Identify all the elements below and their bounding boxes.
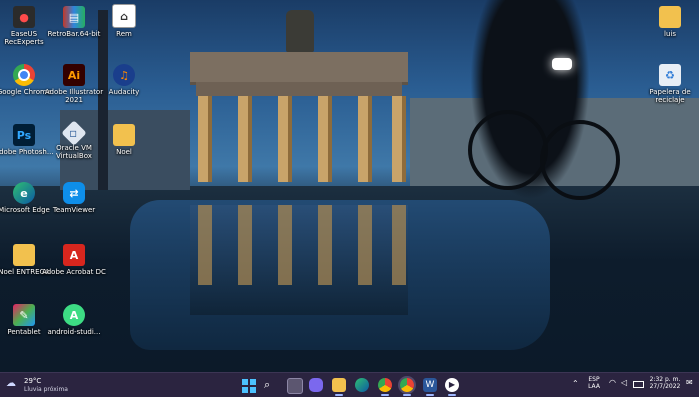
wallpaper-gate-reflection — [190, 205, 408, 315]
wallpaper-gate-attic — [190, 52, 408, 85]
wifi-icon[interactable]: ◠ — [609, 378, 616, 387]
wallpaper-quadriga — [286, 10, 314, 52]
chrome-icon[interactable] — [378, 378, 392, 396]
folder-icon — [659, 6, 681, 28]
folder-icon — [113, 124, 135, 146]
chrome-icon — [13, 64, 35, 86]
wallpaper-reflection-column — [278, 205, 292, 285]
notification-icon[interactable]: ✉ — [686, 378, 693, 387]
weather-widget[interactable]: ☁ 29°C Lluvia próxima — [6, 376, 86, 394]
file-explorer-icon[interactable] — [332, 378, 346, 396]
wallpaper-gate-column — [358, 96, 372, 182]
search-button[interactable]: ⌕ — [264, 378, 278, 392]
desktop-icon-rem[interactable]: ⌂ Rem — [92, 4, 156, 38]
desktop-icon-recycle-bin[interactable]: ♻ Papelera de reciclaje — [638, 64, 699, 104]
taskbar: ☁ 29°C Lluvia próxima ⌕ W ▶ ⌃ ESP LAA ◠ … — [0, 372, 699, 397]
recycle-bin-icon: ♻ — [659, 64, 681, 86]
wallpaper-bike-wheel — [468, 110, 548, 190]
easeus-recexperts-icon: ● — [13, 6, 35, 28]
app-shortcut-icon: ⌂ — [112, 4, 136, 28]
acrobat-icon: A — [63, 244, 85, 266]
android-studio-icon: A — [63, 304, 85, 326]
chevron-up-icon[interactable]: ⌃ — [572, 379, 579, 388]
chrome-profile-icon[interactable] — [400, 378, 414, 396]
photoshop-icon: Ps — [13, 124, 35, 146]
edge-icon: e — [13, 182, 35, 204]
media-player-icon[interactable]: ▶ — [445, 378, 459, 396]
folder-icon — [13, 244, 35, 266]
keyboard-layout: LAA — [588, 383, 600, 390]
desktop-icon-android-studio[interactable]: A android-studi... — [42, 304, 106, 336]
language-indicator[interactable]: ESP LAA — [584, 376, 604, 390]
battery-icon[interactable] — [633, 381, 644, 388]
clock-date: 27/7/2022 — [649, 383, 681, 390]
teamviewer-icon: ⇄ — [63, 182, 85, 204]
windows-start-button[interactable] — [242, 378, 256, 393]
wallpaper-gate-column — [238, 96, 252, 182]
wallpaper-gate-column — [392, 96, 406, 182]
wallpaper-reflection-column — [198, 205, 212, 285]
wallpaper-gate-column — [198, 96, 212, 182]
retrobar-archive-icon: ▤ — [63, 6, 85, 28]
weather-temp: 29°C — [24, 377, 42, 385]
wallpaper-reflection-column — [358, 205, 372, 285]
desktop-icon-audacity[interactable]: ♫ Audacity — [92, 64, 156, 96]
virtualbox-icon: ◇ — [61, 120, 87, 146]
desktop-icon-luis[interactable]: luis — [638, 6, 699, 38]
wallpaper-reflection-column — [318, 205, 332, 285]
audacity-icon: ♫ — [113, 64, 135, 86]
clock-time: 2:32 p. m. — [649, 376, 681, 383]
pentablet-icon: ✎ — [13, 304, 35, 326]
edge-icon[interactable] — [355, 378, 369, 392]
wallpaper-gate-beam — [196, 82, 402, 96]
wallpaper-bike-light — [552, 58, 572, 70]
teams-chat-icon[interactable] — [309, 378, 323, 392]
clock[interactable]: 2:32 p. m. 27/7/2022 — [646, 376, 684, 390]
task-view-icon[interactable] — [287, 378, 303, 394]
illustrator-icon: Ai — [63, 64, 85, 86]
volume-icon[interactable]: ◁ — [621, 378, 627, 387]
wallpaper-reflection-column — [238, 205, 252, 285]
weather-condition: Lluvia próxima — [24, 386, 68, 393]
windows-start-icon — [242, 379, 256, 393]
language-code: ESP — [588, 376, 600, 383]
desktop-icon-teamviewer[interactable]: ⇄ TeamViewer — [42, 182, 106, 214]
weather-cloud-icon: ☁ — [6, 378, 16, 389]
desktop-icon-acrobat[interactable]: A Adobe Acrobat DC — [42, 244, 106, 276]
word-icon[interactable]: W — [423, 378, 437, 396]
search-icon: ⌕ — [264, 378, 271, 391]
wallpaper-bike-wheel — [540, 120, 620, 200]
wallpaper-gate-column — [278, 96, 292, 182]
wallpaper-reflection-column — [392, 205, 406, 285]
wallpaper-gate-column — [318, 96, 332, 182]
desktop[interactable]: ● EaseUS RecExperts ▤ RetroBar.64-bit ⌂ … — [0, 0, 699, 397]
desktop-icon-noel[interactable]: Noel — [92, 124, 156, 156]
